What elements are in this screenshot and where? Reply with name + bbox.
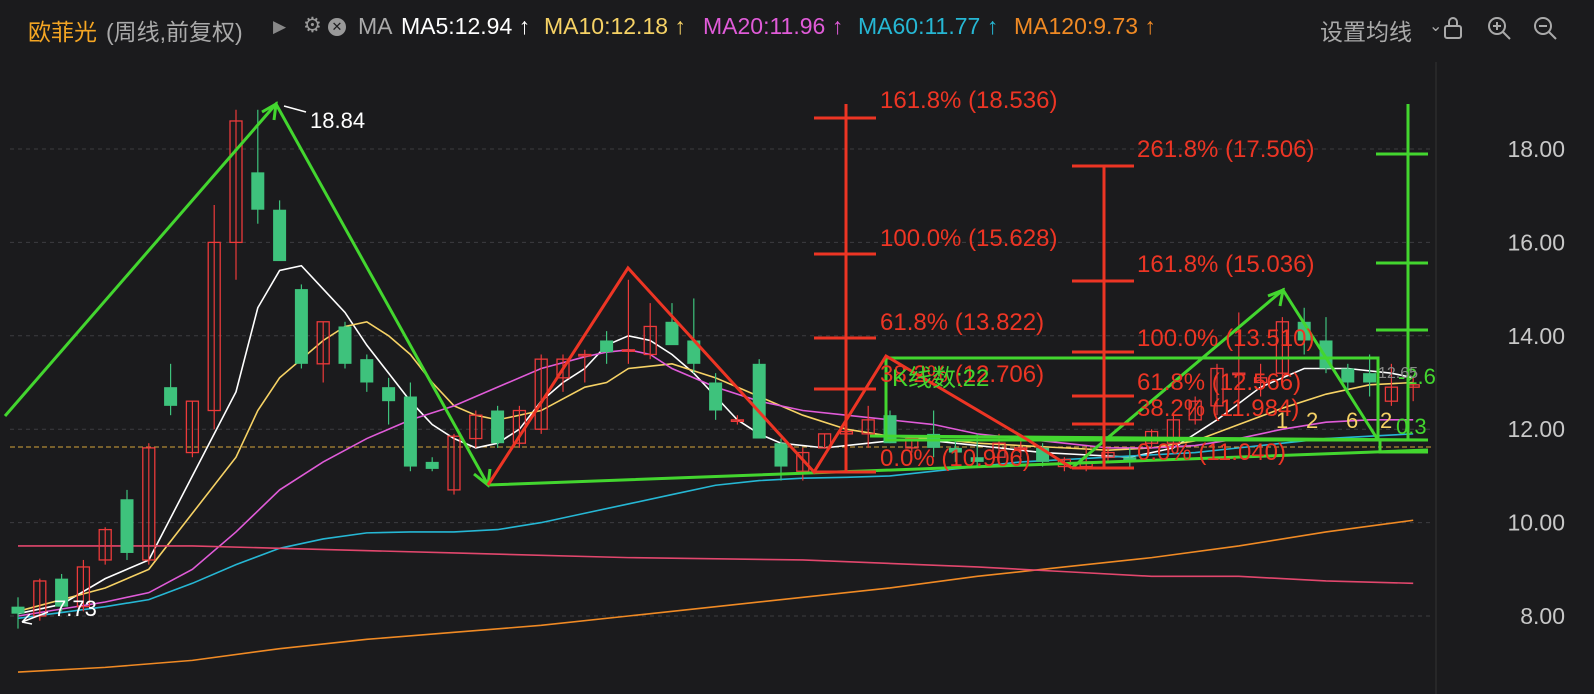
- candle: [382, 377, 396, 425]
- partial-label: 2: [1380, 408, 1392, 433]
- ma250-line: [18, 545, 1414, 585]
- y-tick-label: 18.00: [1507, 136, 1565, 162]
- candle-body: [1341, 368, 1355, 383]
- candle-body: [360, 359, 374, 383]
- high-price-label: 18.84: [310, 108, 365, 133]
- fib2-label: 261.8% (17.506): [1137, 136, 1314, 163]
- partial-label: 1: [1276, 408, 1288, 433]
- candle: [207, 205, 221, 430]
- expand-arrow-icon[interactable]: ▶: [273, 17, 286, 37]
- ma5-value: MA5:12.94 ↑: [401, 13, 531, 39]
- fib2-label: 0.0% (11.040): [1137, 439, 1286, 466]
- y-tick-label: 14.00: [1507, 323, 1565, 349]
- y-axis: 18.00 16.00 14.00 12.00 10.00 8.00: [1507, 136, 1565, 629]
- y-tick-label: 8.00: [1520, 603, 1565, 629]
- gear-icon[interactable]: ⚙: [303, 13, 322, 38]
- ma-settings-button[interactable]: 设置均线: [1320, 13, 1412, 47]
- close-circle-icon[interactable]: ✕: [328, 18, 346, 36]
- ma120-value: MA120:9.73 ↑: [1014, 13, 1156, 39]
- candle-body: [11, 606, 25, 614]
- candle-body: [273, 209, 287, 262]
- candle-body: [251, 172, 265, 210]
- candle: [360, 354, 374, 392]
- fib1-label: 61.8% (13.822): [880, 309, 1044, 336]
- candle-body: [403, 396, 417, 467]
- lock-icon[interactable]: [1440, 15, 1466, 41]
- stock-name[interactable]: 欧菲光: [28, 13, 97, 47]
- candle-body: [120, 499, 134, 553]
- candle-body: [709, 382, 723, 411]
- indicator-name: MA: [358, 13, 393, 39]
- candle: [164, 363, 178, 416]
- candle: [447, 433, 461, 495]
- fib1-label: 161.8% (18.536): [880, 87, 1057, 114]
- candle: [1123, 447, 1137, 467]
- period-adjust-mode[interactable]: (周线,前复权): [106, 13, 243, 47]
- candle-body: [491, 410, 505, 444]
- zoom-in-icon[interactable]: [1486, 15, 1512, 41]
- partial-label: 6: [1346, 408, 1358, 433]
- candle: [1363, 354, 1377, 397]
- candle: [294, 284, 308, 369]
- y-tick-label: 12.00: [1507, 416, 1565, 442]
- candle-body: [425, 461, 439, 469]
- candle: [643, 303, 657, 360]
- ma60-value: MA60:11.77 ↑: [858, 13, 999, 39]
- candle: [273, 200, 287, 262]
- fib2-label: 161.8% (15.036): [1137, 251, 1314, 278]
- candle: [11, 597, 25, 629]
- candle-body: [665, 321, 679, 346]
- ma10-value: MA10:12.18 ↑: [544, 13, 686, 39]
- candle: [491, 405, 505, 448]
- candle: [621, 279, 636, 364]
- fib2-label: 100.0% (13.510): [1137, 325, 1314, 352]
- fib2-label: 38.2% (11.984): [1137, 395, 1299, 422]
- candle: [752, 359, 766, 439]
- partial-label: 2: [1306, 408, 1318, 433]
- y-tick-label: 10.00: [1507, 510, 1565, 536]
- candle: [338, 321, 352, 369]
- chart-header: 欧菲光 (周线,前复权) ▶ ⚙ ✕ MA MA5:12.94 ↑ MA10:1…: [0, 0, 1594, 56]
- candle: [861, 405, 875, 448]
- candle: [120, 489, 134, 560]
- zoom-out-icon[interactable]: [1532, 15, 1558, 41]
- candle: [425, 457, 439, 472]
- low-price-label: 7.73: [54, 596, 97, 621]
- candle: [316, 321, 330, 383]
- fib2-label: 61.8% (12.566): [1137, 369, 1301, 396]
- partial-label: 0.3: [1396, 414, 1427, 439]
- candle-body: [1363, 373, 1377, 383]
- k-count-label: K线数:22: [892, 365, 989, 392]
- y-tick-label: 16.00: [1507, 229, 1565, 255]
- candle-body: [338, 326, 352, 364]
- candle-body: [752, 363, 766, 439]
- candlestick-chart[interactable]: 161.8% (18.536) 100.0% (15.628) 61.8% (13.…: [0, 56, 1594, 694]
- candle-body: [164, 387, 178, 406]
- candle: [229, 109, 243, 280]
- candle: [578, 349, 592, 383]
- candle-body: [600, 340, 614, 353]
- partial-label: 12.65: [1378, 365, 1418, 382]
- candle-body: [774, 443, 788, 467]
- fib1-label: 0.0% (10.906): [880, 445, 1031, 472]
- fib1-label: 100.0% (15.628): [880, 225, 1057, 252]
- candle-body: [382, 387, 396, 402]
- ma20-value: MA20:11.96 ↑: [703, 13, 844, 39]
- high-pointer: [283, 105, 307, 113]
- ma120-line: [17, 519, 1414, 673]
- candle-body: [294, 289, 308, 364]
